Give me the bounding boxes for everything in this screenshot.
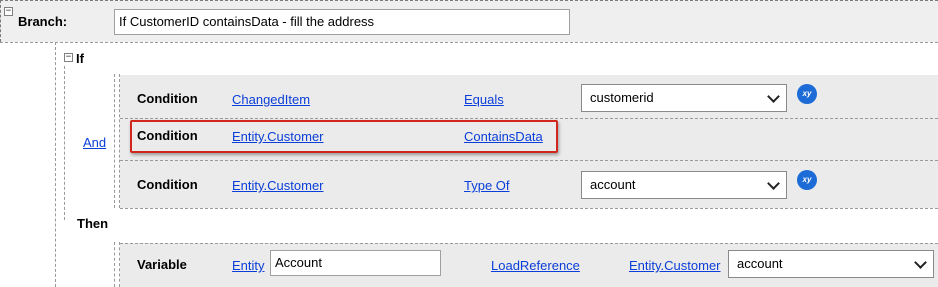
action-separator [120, 243, 938, 244]
xy-variable-icon[interactable]: xy [797, 170, 817, 190]
and-guide-line [114, 74, 115, 208]
condition-field-link[interactable]: Entity.Customer [232, 178, 324, 193]
xy-variable-icon[interactable]: xy [797, 84, 817, 104]
then-label: Then [77, 216, 109, 231]
select-value: account [590, 177, 636, 192]
condition-operator-link[interactable]: ContainsData [464, 129, 543, 144]
action-target-select[interactable]: account [728, 250, 934, 278]
condition-operator-link[interactable]: Type Of [464, 178, 510, 193]
condition-value-select[interactable]: account [581, 171, 787, 199]
chevron-down-icon [767, 177, 780, 190]
action-function-link[interactable]: LoadReference [491, 258, 580, 273]
branch-collapse-icon[interactable]: − [4, 7, 13, 16]
variable-name-input[interactable]: Account [270, 250, 441, 276]
branch-label: Branch: [18, 14, 68, 29]
condition-operator-link[interactable]: Equals [464, 92, 504, 107]
condition-field-link[interactable]: Entity.Customer [232, 129, 324, 144]
condition-label: Condition [137, 91, 198, 106]
tree-guide-line [55, 42, 56, 287]
condition-value-select[interactable]: customerid [581, 84, 787, 112]
and-operator-link[interactable]: And [83, 135, 106, 150]
if-guide-line [64, 66, 65, 220]
action-type-link[interactable]: Entity [232, 258, 265, 273]
then-guide-line [114, 242, 115, 287]
if-label: If [76, 51, 84, 66]
if-collapse-icon[interactable]: − [64, 53, 73, 62]
condition-separator [120, 160, 938, 161]
action-label: Variable [137, 257, 187, 272]
action-source-link[interactable]: Entity.Customer [629, 258, 721, 273]
branch-description-input[interactable]: If CustomerID containsData - fill the ad… [114, 9, 570, 35]
condition-label: Condition [137, 128, 198, 143]
condition-field-link[interactable]: ChangedItem [232, 92, 310, 107]
condition-label: Condition [137, 177, 198, 192]
branch-divider [0, 42, 938, 43]
condition-separator [120, 118, 938, 119]
select-value: account [737, 256, 783, 271]
chevron-down-icon [767, 90, 780, 103]
select-value: customerid [590, 90, 654, 105]
condition-separator [120, 208, 938, 209]
chevron-down-icon [914, 256, 927, 269]
